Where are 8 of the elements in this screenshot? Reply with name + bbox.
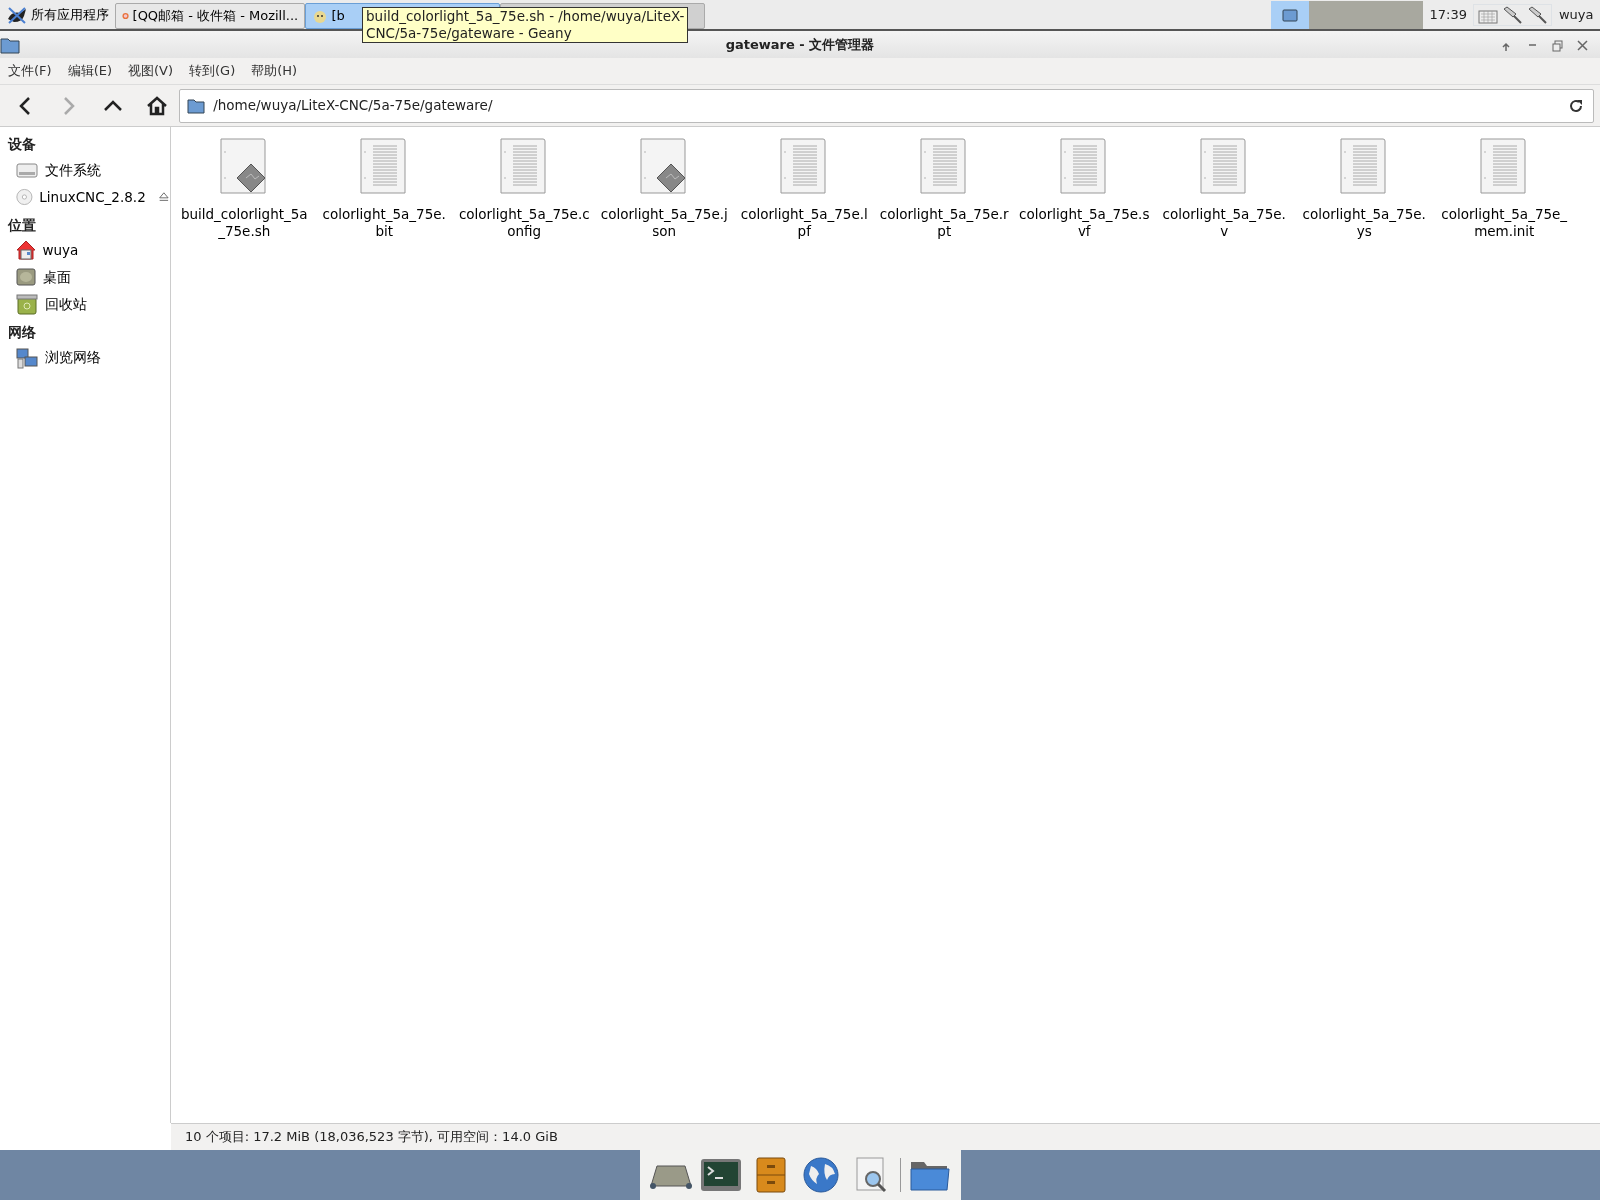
tooltip: build_colorlight_5a_75e.sh - /home/wuya/LiteX- CNC/5a-75e/gateware - Geany: [362, 7, 689, 43]
sidebar-heading: 位置: [7, 215, 37, 235]
clock: 17:39: [1429, 5, 1467, 24]
status-text: 10 个项目: 17.2 MiB (18,036,523 字节), 可用空间：14.0 GiB: [185, 1128, 558, 1147]
sidebar-heading: 网络: [7, 322, 37, 342]
window-title: gateware - 文件管理器: [725, 35, 875, 54]
user-name: wuya: [1558, 5, 1594, 24]
sidebar-heading: 设备: [6, 135, 37, 155]
